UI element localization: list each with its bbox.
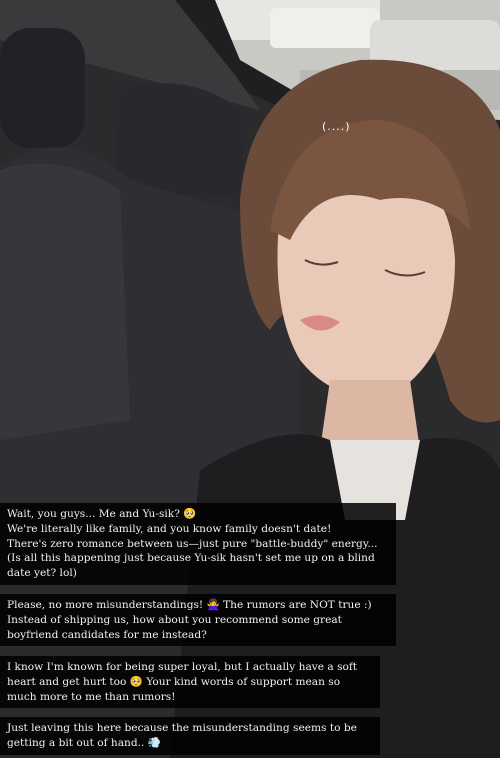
bubble-line: Just leaving this here because the misun… [7,722,357,734]
bubble-line: (Is all this happening just because Yu-s… [7,552,375,565]
bubble-line: much more to me than rumors! [7,690,176,703]
bubble-line: getting a bit out of hand.. 💨 [7,736,161,749]
bubble-line: Wait, you guys... Me and Yu-sik? 🥺 [7,508,197,520]
overlay-caption: (....) [322,120,351,133]
bubble-line: Instead of shipping us, how about you re… [7,613,342,626]
bubble-line: I know I'm known for being super loyal, … [7,661,358,673]
english-comment-bubble: Wait, you guys... Me and Yu-sik? 🥺 We're … [0,503,396,585]
bubble-line: boyfriend candidates for me instead? [7,628,207,641]
bubble-line: We're literally like family, and you kno… [7,522,332,535]
bubble-line: heart and get hurt too 🥺 Your kind words… [7,675,341,688]
english-comment-bubble: Please, no more misunderstandings! 🙅‍♀️ … [0,594,396,647]
bubble-line: There's zero romance between us—just pur… [7,537,378,550]
english-comment-bubble: Just leaving this here because the misun… [0,717,380,755]
bubble-line: Please, no more misunderstandings! 🙅‍♀️ … [7,599,372,611]
bubble-line: date yet? lol) [7,567,77,580]
english-comment-bubble: I know I'm known for being super loyal, … [0,656,380,709]
